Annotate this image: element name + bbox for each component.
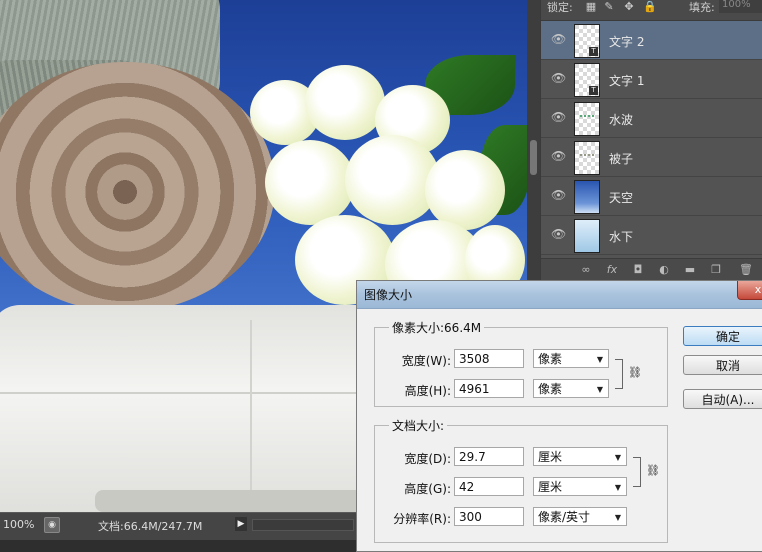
doc-height-label: 高度(G): (404, 482, 451, 496)
pixel-height-label: 高度(H): (404, 384, 451, 398)
doc-constrain-bracket (633, 457, 641, 487)
layer-row-text2[interactable]: 👁 T 文字 2 (541, 21, 762, 60)
visibility-eye-icon[interactable]: 👁 (551, 33, 566, 45)
link-icon[interactable]: ∞ (579, 263, 593, 277)
pixel-dimensions-label: 像素大小:66.4M (389, 319, 485, 336)
group-folder-icon[interactable]: ▬ (683, 263, 697, 277)
unit-value: 厘米 (538, 450, 563, 464)
pixel-height-input[interactable]: 4961 (454, 379, 524, 398)
layers-panel-footer: ∞ fx ◘ ◐ ▬ ❐ 🗑 (541, 258, 762, 281)
horizontal-scrollbar[interactable] (252, 519, 354, 531)
layer-thumbnail (574, 219, 600, 253)
unit-value: 像素/英寸 (538, 510, 591, 524)
layer-name: 水波 (609, 113, 634, 127)
cancel-button[interactable]: 取消 (683, 355, 762, 375)
white-duvet-image (0, 305, 390, 512)
doc-chain-link-icon: ⛓ (646, 464, 660, 477)
layer-name: 文字 2 (609, 35, 645, 49)
chevron-down-icon: ▼ (614, 453, 621, 462)
layer-row-sky[interactable]: 👁 天空 (541, 177, 762, 216)
fx-icon[interactable]: fx (605, 263, 619, 277)
resolution-input[interactable]: 300 (454, 507, 524, 526)
pixel-width-input[interactable]: 3508 (454, 349, 524, 368)
layer-row-ripple[interactable]: 👁 水波 (541, 99, 762, 138)
doc-height-unit-select[interactable]: 厘米 ▼ (533, 477, 627, 496)
duvet-seam (0, 392, 380, 394)
info-menu-arrow-icon[interactable]: ▶ (235, 517, 247, 531)
layer-thumbnail (574, 180, 600, 214)
fill-input[interactable]: 100% (719, 0, 762, 13)
zoom-level[interactable]: 100% (3, 518, 34, 531)
beige-towel-roll-image (0, 62, 275, 312)
visibility-eye-icon[interactable]: 👁 (551, 111, 566, 123)
duvet-base (95, 490, 365, 512)
constrain-bracket (615, 359, 623, 389)
layer-row-underwater[interactable]: 👁 水下 (541, 216, 762, 255)
chevron-down-icon: ▼ (614, 513, 621, 522)
layer-thumbnail: T (574, 63, 600, 97)
layers-panel: 锁定: ▦ ✎ ✥ 🔒 填充: 100% 👁 T 文字 2 👁 T 文字 1 👁… (540, 0, 762, 281)
visibility-eye-icon[interactable]: 👁 (551, 150, 566, 162)
layer-name: 文字 1 (609, 74, 645, 88)
pixel-width-label: 宽度(W): (401, 354, 451, 368)
chevron-down-icon: ▼ (596, 385, 603, 394)
auto-button[interactable]: 自动(A)... (683, 389, 762, 409)
doc-width-label: 宽度(D): (404, 452, 451, 466)
layer-row-text1[interactable]: 👁 T 文字 1 (541, 60, 762, 99)
pixel-width-unit-select[interactable]: 像素 ▼ (533, 349, 609, 368)
navigator-icon[interactable]: ◉ (44, 517, 60, 533)
resolution-unit-select[interactable]: 像素/英寸 ▼ (533, 507, 627, 526)
visibility-eye-icon[interactable]: 👁 (551, 189, 566, 201)
layer-name: 被子 (609, 152, 634, 166)
visibility-eye-icon[interactable]: 👁 (551, 228, 566, 240)
canvas-vertical-scrollbar[interactable] (527, 0, 540, 280)
unit-value: 像素 (538, 382, 563, 396)
layer-thumbnail (574, 102, 600, 136)
visibility-eye-icon[interactable]: 👁 (551, 72, 566, 84)
adjustment-icon[interactable]: ◐ (657, 263, 671, 277)
layer-name: 天空 (609, 191, 634, 205)
chain-link-icon: ⛓ (628, 366, 642, 379)
dialog-titlebar[interactable]: 图像大小 x (357, 281, 762, 309)
unit-value: 像素 (538, 352, 563, 366)
text-layer-icon: T (589, 47, 598, 56)
doc-height-input[interactable]: 42 (454, 477, 524, 496)
document-size-label: 文档大小: (389, 417, 448, 434)
pixel-height-unit-select[interactable]: 像素 ▼ (533, 379, 609, 398)
status-bar: 100% ◉ 文档:66.4M/247.7M ▶ (0, 512, 357, 540)
chevron-down-icon: ▼ (614, 483, 621, 492)
duvet-seam-vertical (250, 320, 252, 510)
lock-paint-icon[interactable]: ✎ (603, 1, 615, 13)
fill-label: 填充: (689, 1, 715, 14)
scrollbar-thumb[interactable] (530, 140, 537, 175)
chevron-down-icon: ▼ (596, 355, 603, 364)
lock-position-icon[interactable]: ✥ (623, 1, 635, 13)
lock-label: 锁定: (547, 1, 573, 14)
layer-lock-bar: 锁定: ▦ ✎ ✥ 🔒 填充: 100% (541, 0, 762, 21)
layer-row-quilt[interactable]: 👁 被子 (541, 138, 762, 177)
layer-thumbnail (574, 141, 600, 175)
text-layer-icon: T (589, 86, 598, 95)
document-info: 文档:66.4M/247.7M (98, 520, 203, 533)
doc-width-input[interactable]: 29.7 (454, 447, 524, 466)
mask-icon[interactable]: ◘ (631, 263, 645, 277)
layer-thumbnail: T (574, 24, 600, 58)
lock-transparent-icon[interactable]: ▦ (585, 1, 597, 13)
resolution-label: 分辨率(R): (393, 512, 451, 526)
ok-button[interactable]: 确定 (683, 326, 762, 346)
trash-icon[interactable]: 🗑 (739, 263, 753, 277)
new-layer-icon[interactable]: ❐ (709, 263, 723, 277)
layer-name: 水下 (609, 230, 634, 244)
doc-width-unit-select[interactable]: 厘米 ▼ (533, 447, 627, 466)
dialog-title: 图像大小 (364, 288, 413, 302)
unit-value: 厘米 (538, 480, 563, 494)
close-button[interactable]: x (737, 281, 762, 300)
lock-all-icon[interactable]: 🔒 (643, 1, 657, 13)
image-size-dialog: 图像大小 x 像素大小:66.4M 宽度(W): 3508 像素 ▼ 高度(H):… (356, 280, 762, 552)
